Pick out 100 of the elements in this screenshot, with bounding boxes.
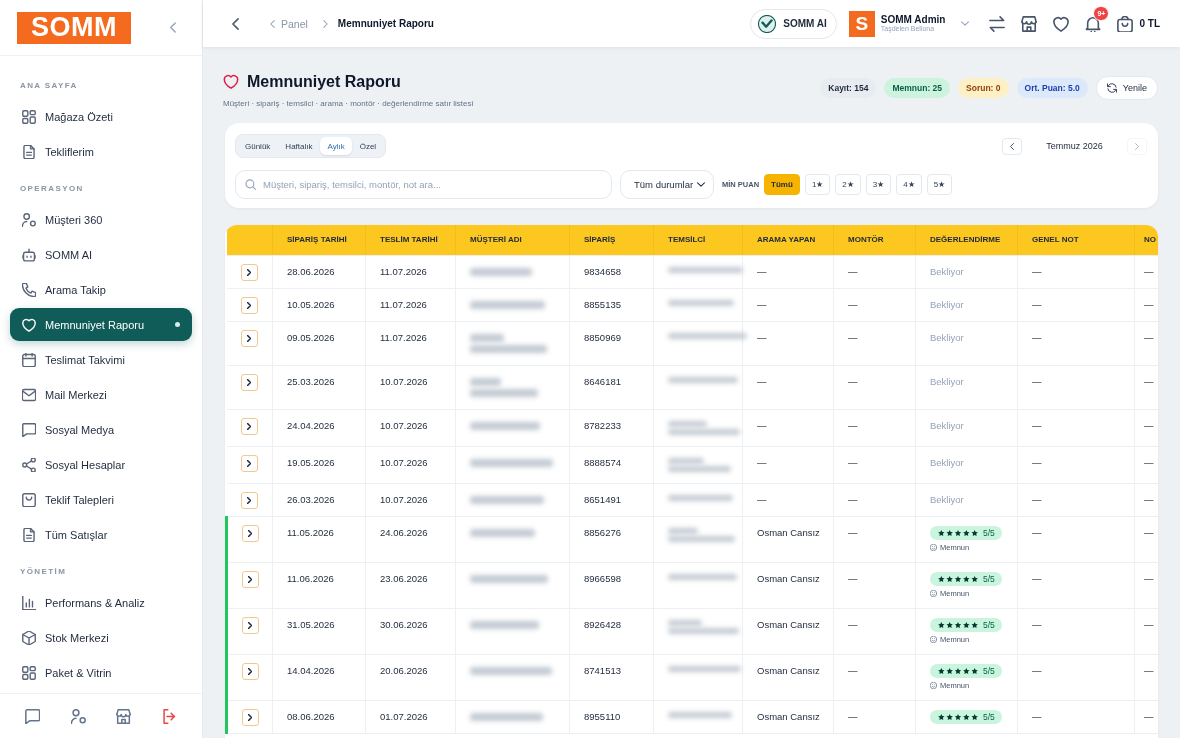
chevron-right-icon (248, 713, 252, 721)
status-dropdown[interactable]: Tüm durumlar (620, 170, 714, 199)
sidebar-item[interactable]: Teslimat Takvimi (10, 343, 192, 376)
indicator-dot-icon (175, 322, 180, 327)
sidebar-item[interactable]: Paket & Vitrin (10, 656, 192, 689)
shopping-bag-icon[interactable] (1117, 15, 1134, 32)
sidebar-item[interactable]: Performans & Analiz (10, 586, 192, 619)
shopping-bag-icon (22, 492, 36, 507)
assistant-button[interactable]: SOMM AI (750, 8, 837, 39)
expand-row-button[interactable] (240, 329, 258, 347)
expand-row-button[interactable] (240, 417, 258, 435)
sidebar-item[interactable]: Stok Merkezi (10, 621, 192, 654)
expand-row-button[interactable] (240, 454, 258, 472)
table-cell: — (1017, 516, 1135, 562)
sidebar-item[interactable]: Sosyal Medya (10, 413, 192, 446)
period-tab[interactable]: Özel (352, 137, 384, 155)
rating-score: 5/5 (983, 710, 995, 724)
column-header[interactable]: SİPARİŞ (569, 225, 654, 255)
sidebar-item[interactable]: Mağaza Özeti (10, 100, 192, 133)
column-header[interactable]: SİPARİŞ TARİHİ (272, 225, 366, 255)
logout-icon[interactable] (161, 708, 177, 724)
table-cell: — (833, 562, 916, 608)
store-icon[interactable] (116, 708, 132, 724)
chevron-right-icon (1135, 142, 1139, 150)
column-header[interactable]: NO (1134, 225, 1158, 255)
table-cell: 11.07.2026 (365, 288, 456, 321)
period-tab[interactable]: Aylık (320, 137, 352, 155)
logo: SOMM (17, 11, 131, 44)
table-cell: — (742, 321, 834, 365)
chevron-right-icon (247, 422, 252, 430)
table-cell: — (1017, 255, 1135, 288)
back-icon[interactable] (232, 17, 239, 30)
column-header[interactable]: MÜŞTERİ ADI (455, 225, 570, 255)
column-header[interactable]: MONTÖR (833, 225, 916, 255)
breadcrumb-current: Memnuniyet Raporu (337, 18, 434, 29)
table-cell: — (833, 654, 916, 700)
expand-row-button[interactable] (241, 662, 259, 680)
table-cell: 8782233 (569, 409, 654, 446)
sidebar-item[interactable]: Tüm Satışlar (10, 518, 192, 551)
score-filter-button[interactable]: 1★ (804, 174, 831, 195)
sidebar-item[interactable]: Sosyal Hesaplar (10, 448, 192, 481)
user-icon (22, 212, 36, 227)
swap-icon[interactable] (989, 15, 1006, 32)
sidebar-item[interactable]: Teklif Talepleri (10, 483, 192, 516)
expand-row-button[interactable] (240, 263, 258, 281)
table-cell: — (833, 365, 916, 409)
rating-score: 5/5 (983, 664, 995, 678)
table-cell: 9834658 (569, 255, 654, 288)
search-field[interactable]: Müşteri, sipariş, temsilci, montör, not ara... (235, 170, 612, 199)
sidebar-item[interactable]: Mail Merkezi (10, 378, 192, 411)
column-header[interactable]: ARAMA YAPAN (742, 225, 834, 255)
expand-row-button[interactable] (241, 616, 259, 634)
table-cell: — (1017, 700, 1135, 733)
column-header[interactable]: TESLİM TARİHİ (365, 225, 456, 255)
expand-row-button[interactable] (240, 373, 258, 391)
period-tab[interactable]: Haftalık (278, 137, 320, 155)
page-title: Memnuniyet Raporu (247, 72, 401, 91)
chevron-right-icon (247, 459, 252, 467)
column-header[interactable]: GENEL NOT (1017, 225, 1135, 255)
expand-row-button[interactable] (241, 524, 259, 542)
table-cell: — (833, 321, 916, 365)
expand-row-button[interactable] (240, 491, 258, 509)
sidebar-item[interactable]: Tekliflerim (10, 135, 192, 168)
sidebar-item[interactable]: SOMM AI (10, 238, 192, 271)
chevron-right-icon (248, 621, 252, 629)
column-header[interactable]: DEĞERLENDİRME (915, 225, 1018, 255)
table-cell: — (1017, 483, 1135, 516)
sidebar-item[interactable]: Müşteri 360 (10, 203, 192, 236)
refresh-icon (1106, 83, 1117, 93)
expand-row-button[interactable] (240, 296, 258, 314)
store-icon[interactable] (1021, 15, 1038, 32)
table-cell: 28.06.2026 (272, 255, 366, 288)
sidebar-item[interactable]: Memnuniyet Raporu (10, 308, 192, 341)
table-cell: 24.04.2026 (272, 409, 366, 446)
score-filter-button[interactable]: 5★ (926, 174, 953, 195)
table-cell: 8888574 (569, 446, 654, 483)
table-cell: — (833, 608, 916, 654)
expand-row-button[interactable] (241, 708, 259, 726)
chevron-right-icon (247, 378, 252, 386)
rating-score: 5/5 (983, 618, 995, 632)
cart-total: 0 TL (1139, 18, 1160, 29)
period-tab[interactable]: Günlük (238, 137, 278, 155)
table-cell: 10.07.2026 (365, 365, 456, 409)
score-filter-button[interactable]: 3★ (865, 174, 892, 195)
sidebar-item[interactable]: Arama Takip (10, 273, 192, 306)
heart-icon[interactable] (1053, 15, 1070, 32)
table-cell: Bekliyor (915, 409, 1018, 446)
score-filter-button[interactable]: Tümü (764, 174, 800, 195)
table-cell: 8651491 (569, 483, 654, 516)
expand-row-button[interactable] (241, 570, 259, 588)
chat-icon[interactable] (25, 708, 41, 724)
smile-icon (930, 543, 937, 551)
user-icon[interactable] (70, 708, 86, 724)
score-filter-button[interactable]: 2★ (835, 174, 861, 195)
table-cell: 8926428 (569, 608, 654, 654)
table-cell: 14.04.2026 (272, 654, 366, 700)
score-filter-button[interactable]: 4★ (896, 174, 922, 195)
refresh-button[interactable]: Yenile (1095, 76, 1158, 100)
column-header[interactable]: TEMSİLCİ (653, 225, 743, 255)
bell-icon[interactable] (1085, 15, 1102, 32)
